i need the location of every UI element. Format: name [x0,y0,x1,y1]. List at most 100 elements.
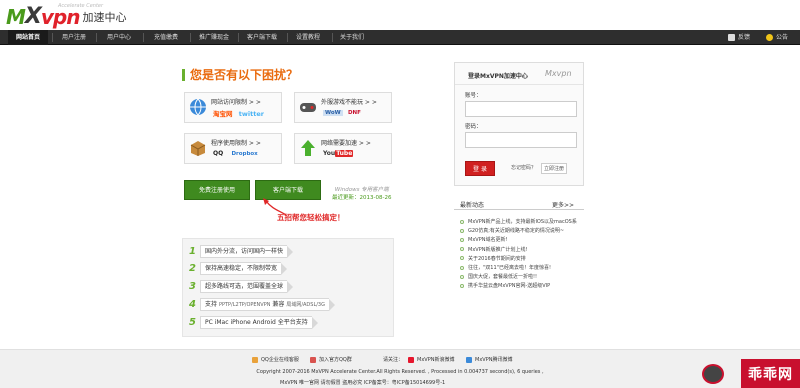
bullet-icon [460,265,464,270]
nav-about[interactable]: 关于我们 [334,30,370,45]
news-item[interactable]: MxVPN域名更新! [460,235,584,244]
footer-links: QQ企业在线客服 加入官方QQ群 请关注： MxVPN新浪微博 MxVPN腾讯微… [0,356,800,364]
feature-title: 网络需要加速 > > [321,140,371,147]
step-text-d: 局域网/ADSL/3G [286,302,325,308]
qq-logo: QQ [213,150,224,157]
bullet-icon [460,237,464,242]
news-header: 最新动态 更多>> [454,198,584,210]
nav-download[interactable]: 客户端下载 [242,30,282,45]
feedback-icon [728,34,735,41]
news-item-text: MxVPN新产品上线，支持最新IOS以及macOS系 [468,219,577,226]
news-item[interactable]: MxVPN新产品上线，支持最新IOS以及macOS系 [460,217,584,226]
footer-weibo-sina[interactable]: MxVPN新浪微博 [408,356,454,363]
watermark-badge: 乖乖网 [741,359,800,388]
step-item: 4 支持 PPTP/L2TP/OPENVPN 兼容 局域网/ADSL/3G [189,297,335,312]
step-tip [311,316,318,329]
news-item-text: 携手华益云盘MxVPN官网-送超级VIP [468,283,551,290]
password-input[interactable] [465,132,577,148]
youtube-logo-tube: Tube [335,150,354,157]
step-item: 2 保持高速稳定，不限制带宽 [189,261,288,276]
nav-tutorial[interactable]: 设置教程 [290,30,326,45]
step-text-b: PPTP/L2TP/OPENVPN [218,302,271,308]
news-item[interactable]: G20仿真;有关近期线路不稳定的情况说明~ [460,226,584,235]
login-panel: 登录MxVPN加速中心 Mxvpn 账号： 密码： 登 录 忘记密码？ 立即注册 [454,62,584,186]
news-item[interactable]: 往往，"双11"已经离去啦！年度惊喜! [460,263,584,272]
account-input[interactable] [465,101,577,117]
news-item[interactable]: 国庆大促，套餐最低近一折啦!! [460,272,584,281]
news-item[interactable]: 关于2016春节期间的安排 [460,254,584,263]
feature-games[interactable]: 外服游戏不能玩 > > WoW DNF [294,92,392,123]
nav-notice-label: 公告 [776,34,789,41]
login-button[interactable]: 登 录 [465,161,495,176]
step-text: 保持高速稳定，不限制带宽 [200,262,282,275]
step-item: 5 PC iMac iPhone Android 全平台支持 [189,315,318,330]
logo-vpn: vpn [40,5,81,29]
step-number: 1 [189,246,196,257]
step-number: 3 [189,281,196,292]
news-item-text: MxVPN新版推广计划上线! [468,246,528,253]
feature-logos: 淘宝网 twitter [213,108,264,118]
nav-notice[interactable]: 公告 [766,30,788,45]
feature-logos: YouTube [323,149,354,157]
nav-promote[interactable]: 推广赚现金 [194,30,234,45]
footer-link-text: 加入官方QQ群 [319,357,352,363]
nav-feedback-label: 反馈 [738,34,751,41]
copyright: Copyright 2007-2016 MxVPN Accelerate Cen… [256,369,544,375]
footer-link-text: MxVPN腾讯微博 [475,357,513,363]
main-nav: 网站首页 用户注册 用户中心 充值缴费 推广赚现金 客户端下载 设置教程 关于我… [0,30,800,45]
notice-icon [766,34,773,41]
nav-divider [238,33,239,42]
box-icon [190,141,206,156]
nav-feedback[interactable]: 反馈 [728,30,750,45]
step-text: PC iMac iPhone Android 全平台支持 [200,316,312,329]
footer-weibo-tencent[interactable]: MxVPN腾讯微博 [466,356,512,363]
step-tip [328,298,335,311]
feature-logos: QQ Dropbox [213,149,258,157]
twitter-logo: twitter [238,110,264,118]
password-label: 密码： [465,124,482,130]
bullet-icon [460,219,464,224]
feature-title: 程序使用限制 > > [211,140,261,147]
site-header: M Xvpn 加速中心 Accelerate Center [0,0,800,30]
client-note: Windows 专用客户端 最近更新：2013-08-26 [332,186,391,202]
logo-m: M [6,5,26,29]
feature-speedup[interactable]: 网络需要加速 > > YouTube [294,133,392,164]
step-text: 支持 PPTP/L2TP/OPENVPN 兼容 局域网/ADSL/3G [200,298,329,311]
news-item[interactable]: 携手华益云盘MxVPN官网-送超级VIP [460,281,584,290]
nav-divider [332,33,333,42]
feature-website[interactable]: 网站访问限制 > > 淘宝网 twitter [184,92,282,123]
step-number: 2 [189,263,196,274]
footer-qq-service[interactable]: QQ企业在线客服 [252,356,299,363]
step-text-a: 支持 [205,301,218,308]
nav-user-center[interactable]: 用户中心 [101,30,137,45]
bullet-icon [460,256,464,261]
step-number: 4 [189,299,196,310]
step-tip [287,280,294,293]
news-panel: 最新动态 更多>> MxVPN新产品上线，支持最新IOS以及macOS系 G20… [454,198,584,323]
register-button[interactable]: 免费注册使用 [184,180,250,200]
footer-qq-group[interactable]: 加入官方QQ群 [310,356,352,363]
nav-register[interactable]: 用户注册 [56,30,92,45]
forgot-password-link[interactable]: 忘记密码？ [511,164,536,171]
logo-x: X [24,4,42,29]
nav-divider [287,33,288,42]
register-link[interactable]: 立即注册 [541,163,568,174]
dropbox-logo: Dropbox [231,151,258,157]
feature-programs[interactable]: 程序使用限制 > > QQ Dropbox [184,133,282,164]
client-note-platform: Windows 专用客户端 [334,187,389,193]
news-item[interactable]: MxVPN新版推广计划上线! [460,245,584,254]
account-label: 账号： [465,93,482,99]
nav-home[interactable]: 网站首页 [8,30,48,45]
login-brand: Mxvpn [545,69,572,78]
weibo-icon [408,356,414,363]
nav-recharge[interactable]: 充值缴费 [148,30,184,45]
dnf-logo: DNF [347,110,361,116]
step-tip [287,245,294,258]
step-text: 超多路线可选，范围覆盖全球 [200,280,288,293]
watermark-emblem [702,364,724,384]
news-more-link[interactable]: 更多>> [552,200,574,209]
qq-service-icon [252,356,258,363]
footer-follow-label: 请关注： [383,356,403,363]
nav-divider [52,33,53,42]
bullet-icon [460,274,464,279]
